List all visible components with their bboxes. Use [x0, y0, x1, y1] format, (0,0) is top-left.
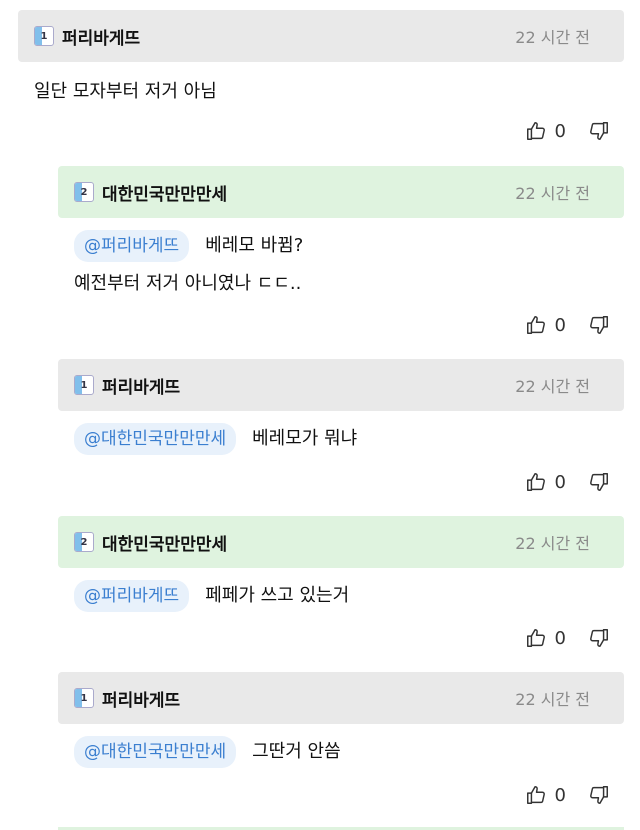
- mention-tag[interactable]: @퍼리바게뜨: [74, 230, 190, 262]
- vote-bar: 0: [525, 314, 610, 336]
- comment-header: 1 퍼리바게뜨 22 시간 전: [58, 359, 624, 411]
- like-count: 0: [554, 120, 566, 142]
- comment-author[interactable]: 대한민국만만만세: [102, 530, 227, 555]
- comment-time: 22 시간 전: [515, 690, 590, 709]
- thumbs-down-icon[interactable]: [588, 314, 610, 336]
- thumbs-up-icon[interactable]: [525, 314, 547, 336]
- comment-header: 1 퍼리바게뜨 22 시간 전: [18, 10, 624, 62]
- comment-text-line: 베레모가 뭐냐: [252, 428, 358, 449]
- comment-time: 22 시간 전: [515, 377, 590, 396]
- level-badge-icon: 2: [74, 182, 94, 202]
- comment-header: 2 대한민국만만만세 22 시간 전: [58, 166, 624, 218]
- vote-bar: 0: [525, 471, 610, 493]
- comment-author[interactable]: 퍼리바게뜨: [62, 24, 140, 49]
- thumbs-down-icon[interactable]: [588, 120, 610, 142]
- comment-time: 22 시간 전: [515, 534, 590, 553]
- comment-text-line: 그딴거 안씀: [252, 741, 341, 762]
- thumbs-up-icon[interactable]: [525, 627, 547, 649]
- comment-author[interactable]: 퍼리바게뜨: [102, 373, 180, 398]
- comment-text-line: 베레모 바뀜?: [205, 235, 304, 256]
- comment-text-line: 일단 모자부터 저거 아님: [34, 81, 217, 102]
- comment-body: @퍼리바게뜨 베레모 바뀜? 예전부터 저거 아니였나 ㄷㄷ..: [74, 228, 303, 302]
- comment-header: 2 대한민국만만만세 22 시간 전: [58, 516, 624, 568]
- comment-text-line: 페페가 쓰고 있는거: [205, 585, 350, 606]
- like-count: 0: [554, 627, 566, 649]
- comment-body: 일단 모자부터 저거 아님: [34, 74, 217, 110]
- thumbs-up-icon[interactable]: [525, 120, 547, 142]
- like-count: 0: [554, 471, 566, 493]
- vote-bar: 0: [525, 784, 610, 806]
- comment-author[interactable]: 퍼리바게뜨: [102, 686, 180, 711]
- thumbs-down-icon[interactable]: [588, 784, 610, 806]
- like-count: 0: [554, 314, 566, 336]
- thumbs-up-icon[interactable]: [525, 784, 547, 806]
- thumbs-down-icon[interactable]: [588, 471, 610, 493]
- level-badge-icon: 2: [74, 532, 94, 552]
- comment-time: 22 시간 전: [515, 28, 590, 47]
- mention-tag[interactable]: @퍼리바게뜨: [74, 580, 190, 612]
- thumbs-up-icon[interactable]: [525, 471, 547, 493]
- comment-body: @대한민국만만만세 그딴거 안씀: [74, 734, 341, 770]
- vote-bar: 0: [525, 627, 610, 649]
- comment-body: @대한민국만만만세 베레모가 뭐냐: [74, 421, 357, 457]
- comment-text-line: 예전부터 저거 아니였나 ㄷㄷ..: [74, 273, 302, 294]
- comment-body: @퍼리바게뜨 페페가 쓰고 있는거: [74, 578, 349, 614]
- like-count: 0: [554, 784, 566, 806]
- level-badge-icon: 1: [34, 26, 54, 46]
- comment-header: 1 퍼리바게뜨 22 시간 전: [58, 672, 624, 724]
- level-badge-icon: 1: [74, 375, 94, 395]
- level-badge-icon: 1: [74, 688, 94, 708]
- comment-time: 22 시간 전: [515, 184, 590, 203]
- vote-bar: 0: [525, 120, 610, 142]
- mention-tag[interactable]: @대한민국만만만세: [74, 736, 237, 768]
- thumbs-down-icon[interactable]: [588, 627, 610, 649]
- comment-author[interactable]: 대한민국만만만세: [102, 180, 227, 205]
- mention-tag[interactable]: @대한민국만만만세: [74, 423, 237, 455]
